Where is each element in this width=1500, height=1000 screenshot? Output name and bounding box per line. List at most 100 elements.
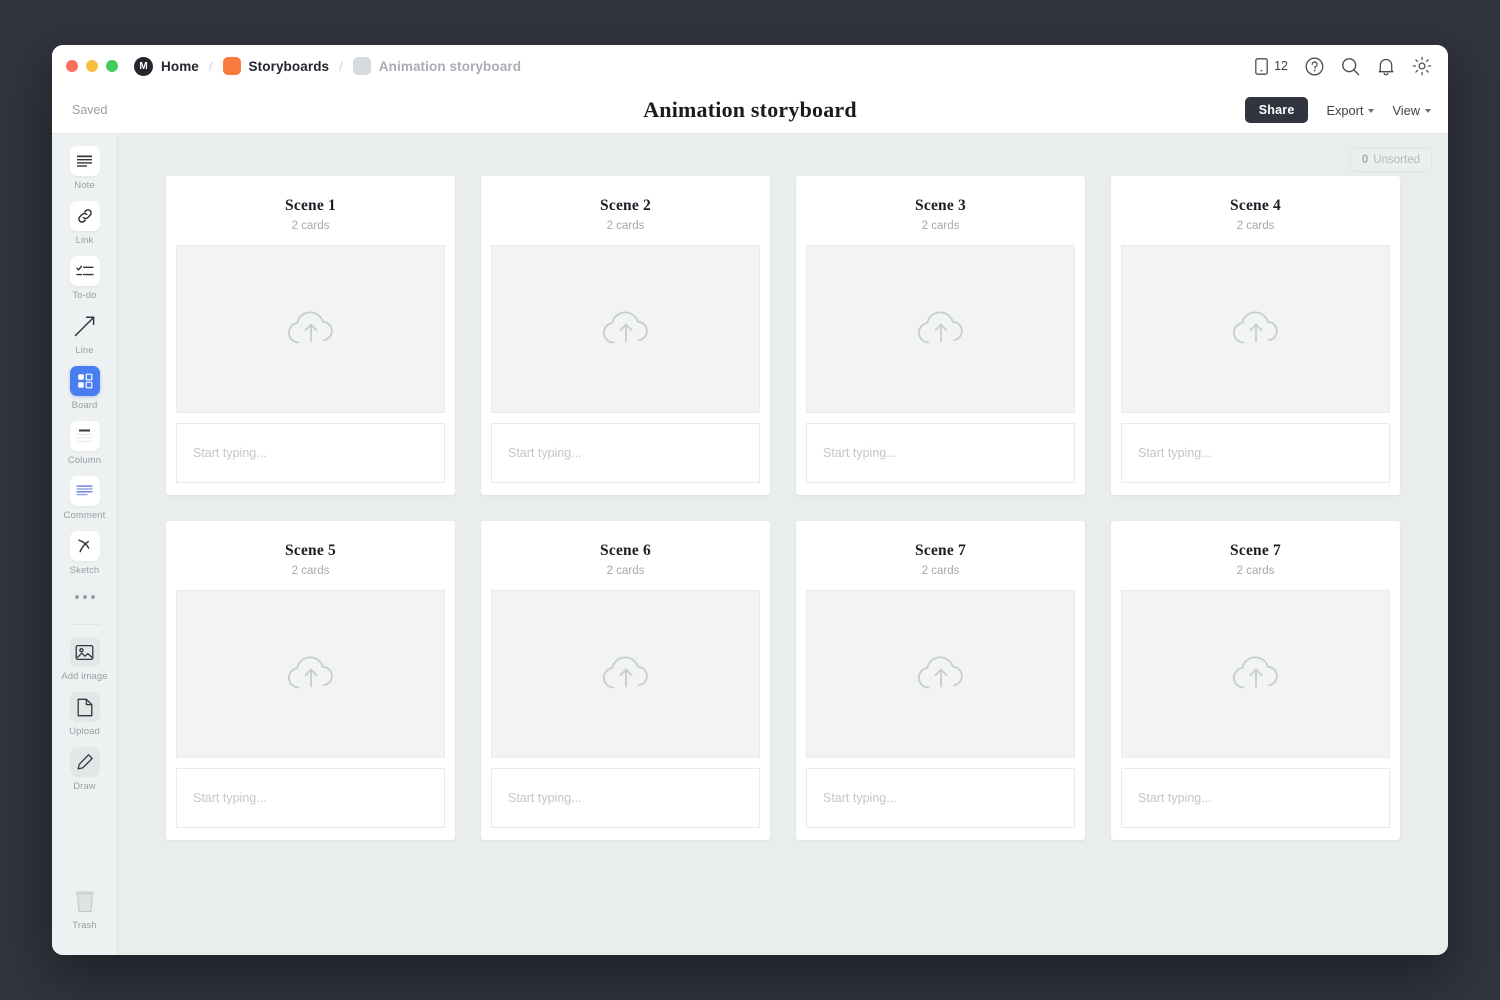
- sidebar-tool-link[interactable]: Link: [57, 201, 113, 246]
- sidebar-tool-comment[interactable]: Comment: [57, 476, 113, 521]
- note-input-placeholder: Start typing...: [1138, 791, 1212, 805]
- chevron-down-icon: [1368, 109, 1374, 113]
- sidebar-tool-upload[interactable]: Upload: [57, 692, 113, 737]
- add-image-icon: [70, 637, 100, 667]
- sidebar-tool-line[interactable]: Line: [57, 311, 113, 356]
- scene-title: Scene 4: [1121, 197, 1390, 215]
- scene-note-input[interactable]: Start typing...: [806, 423, 1075, 483]
- help-icon[interactable]: [1305, 57, 1324, 76]
- scene-card[interactable]: Scene 2 2 cards Start typing...: [481, 176, 770, 495]
- breadcrumb-item-animation-storyboard[interactable]: Animation storyboard: [353, 57, 521, 75]
- milanote-logo-icon: M: [134, 57, 153, 76]
- scene-card-count: 2 cards: [176, 565, 445, 577]
- scene-note-input[interactable]: Start typing...: [176, 423, 445, 483]
- tools-sidebar: Note Link: [52, 134, 118, 955]
- settings-icon[interactable]: [1412, 56, 1432, 76]
- sidebar-tool-note[interactable]: Note: [57, 146, 113, 191]
- scene-title: Scene 3: [806, 197, 1075, 215]
- image-dropzone[interactable]: [806, 245, 1075, 413]
- export-menu-button[interactable]: Export: [1326, 103, 1374, 118]
- sidebar-tool-todo[interactable]: To-do: [57, 256, 113, 301]
- app-body: Note Link: [52, 134, 1448, 955]
- document-toolbar: Saved Animation storyboard Share Export …: [52, 87, 1448, 134]
- scene-card-count: 2 cards: [1121, 220, 1390, 232]
- cloud-upload-icon: [598, 652, 654, 696]
- sidebar-tool-column[interactable]: Column: [57, 421, 113, 466]
- scene-card-header: Scene 3 2 cards: [806, 186, 1075, 245]
- unsorted-badge[interactable]: 0 Unsorted: [1350, 148, 1432, 172]
- mobile-devices-button[interactable]: 12: [1255, 58, 1288, 75]
- scene-card[interactable]: Scene 7 2 cards Start typing...: [1111, 521, 1400, 840]
- sidebar-tool-sketch[interactable]: Sketch: [57, 531, 113, 576]
- view-menu-button[interactable]: View: [1392, 103, 1431, 118]
- breadcrumb-label: Storyboards: [249, 59, 330, 74]
- tool-label: Column: [68, 455, 101, 466]
- scene-note-input[interactable]: Start typing...: [176, 768, 445, 828]
- scene-card[interactable]: Scene 5 2 cards Start typing...: [166, 521, 455, 840]
- cloud-upload-icon: [1228, 652, 1284, 696]
- breadcrumb-item-storyboards[interactable]: Storyboards: [223, 57, 330, 75]
- image-dropzone[interactable]: [806, 590, 1075, 758]
- cloud-upload-icon: [913, 307, 969, 351]
- scene-card-count: 2 cards: [806, 220, 1075, 232]
- scene-card-header: Scene 5 2 cards: [176, 531, 445, 590]
- maximize-window-button[interactable]: [106, 60, 118, 72]
- scene-card-header: Scene 7 2 cards: [1121, 531, 1390, 590]
- sidebar-more-tools-button[interactable]: [57, 586, 113, 608]
- notification-icon[interactable]: [1377, 57, 1395, 76]
- note-input-placeholder: Start typing...: [508, 791, 582, 805]
- tool-label: Note: [74, 180, 94, 191]
- tool-label: Upload: [69, 726, 100, 737]
- search-icon[interactable]: [1341, 57, 1360, 76]
- sidebar-tool-draw[interactable]: Draw: [57, 747, 113, 792]
- image-dropzone[interactable]: [491, 245, 760, 413]
- titlebar-actions: 12: [1255, 56, 1432, 76]
- upload-file-icon: [70, 692, 100, 722]
- scene-title: Scene 7: [806, 542, 1075, 560]
- sidebar-tool-add-image[interactable]: Add image: [57, 637, 113, 682]
- scene-note-input[interactable]: Start typing...: [491, 768, 760, 828]
- breadcrumb-label: Animation storyboard: [379, 59, 521, 74]
- scene-card-count: 2 cards: [491, 565, 760, 577]
- breadcrumb-separator: /: [339, 59, 343, 74]
- scene-card-header: Scene 1 2 cards: [176, 186, 445, 245]
- cloud-upload-icon: [913, 652, 969, 696]
- scene-card[interactable]: Scene 1 2 cards Start typing...: [166, 176, 455, 495]
- image-dropzone[interactable]: [176, 590, 445, 758]
- sidebar-tool-board[interactable]: Board: [57, 366, 113, 411]
- scene-card[interactable]: Scene 4 2 cards Start typing...: [1111, 176, 1400, 495]
- note-icon: [70, 146, 100, 176]
- tool-label: Add image: [61, 671, 107, 682]
- breadcrumb-item-home[interactable]: M Home: [134, 57, 199, 76]
- sidebar-trash-button[interactable]: Trash: [57, 886, 113, 931]
- scene-card-count: 2 cards: [1121, 565, 1390, 577]
- scene-note-input[interactable]: Start typing...: [491, 423, 760, 483]
- image-dropzone[interactable]: [491, 590, 760, 758]
- scene-note-input[interactable]: Start typing...: [1121, 768, 1390, 828]
- scene-note-input[interactable]: Start typing...: [806, 768, 1075, 828]
- tool-label: Comment: [64, 510, 106, 521]
- close-window-button[interactable]: [66, 60, 78, 72]
- board-canvas[interactable]: 0 Unsorted Scene 1 2 cards Start typing.…: [118, 134, 1448, 955]
- image-dropzone[interactable]: [176, 245, 445, 413]
- scene-card[interactable]: Scene 7 2 cards Start typing...: [796, 521, 1085, 840]
- minimize-window-button[interactable]: [86, 60, 98, 72]
- scene-card[interactable]: Scene 3 2 cards Start typing...: [796, 176, 1085, 495]
- scene-card-header: Scene 4 2 cards: [1121, 186, 1390, 245]
- share-button[interactable]: Share: [1245, 97, 1309, 123]
- scene-title: Scene 7: [1121, 542, 1390, 560]
- image-dropzone[interactable]: [1121, 590, 1390, 758]
- tool-label: Trash: [72, 920, 96, 931]
- unsorted-count: 0: [1362, 154, 1368, 166]
- image-dropzone[interactable]: [1121, 245, 1390, 413]
- cloud-upload-icon: [598, 307, 654, 351]
- scene-card-grid: Scene 1 2 cards Start typing... Scene 2 …: [166, 176, 1400, 840]
- toolbar-actions: Share Export View: [1245, 97, 1431, 123]
- link-icon: [70, 201, 100, 231]
- scene-title: Scene 2: [491, 197, 760, 215]
- scene-card[interactable]: Scene 6 2 cards Start typing...: [481, 521, 770, 840]
- scene-note-input[interactable]: Start typing...: [1121, 423, 1390, 483]
- scene-title: Scene 5: [176, 542, 445, 560]
- draw-pencil-icon: [70, 747, 100, 777]
- trash-icon: [70, 886, 100, 916]
